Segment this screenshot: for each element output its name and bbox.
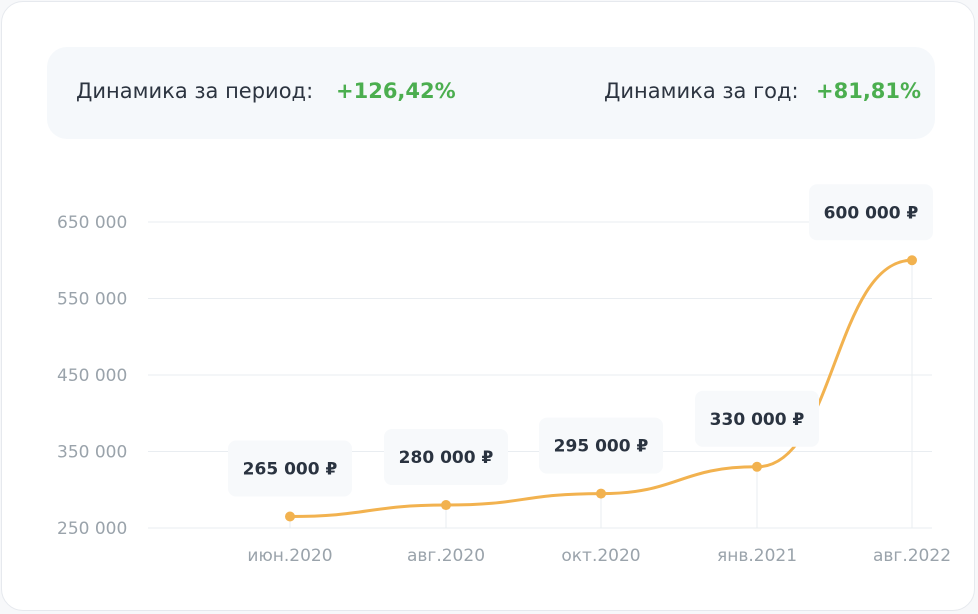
x-tick-label: авг.2022	[873, 546, 951, 566]
data-label: 330 000 ₽	[695, 390, 819, 447]
y-tick-label: 250 000	[57, 519, 127, 539]
data-label: 600 000 ₽	[809, 184, 933, 241]
data-label-text: 280 000 ₽	[399, 448, 494, 468]
data-points	[285, 255, 917, 522]
data-label: 280 000 ₽	[384, 429, 508, 486]
data-label: 295 000 ₽	[539, 417, 663, 474]
y-axis-ticks: 250 000 350 000 450 000 550 000 650 000	[57, 213, 127, 539]
data-label-text: 600 000 ₽	[824, 203, 919, 223]
data-label: 265 000 ₽	[228, 440, 352, 497]
y-tick-label: 450 000	[57, 366, 127, 386]
x-tick-label: окт.2020	[561, 546, 640, 566]
data-label-text: 265 000 ₽	[243, 460, 338, 480]
y-tick-label: 550 000	[57, 290, 127, 310]
y-tick-label: 350 000	[57, 443, 127, 463]
data-point	[752, 461, 762, 472]
x-axis-ticks: июн.2020 авг.2020 окт.2020 янв.2021 авг.2022	[247, 546, 951, 566]
data-point	[285, 511, 295, 522]
data-point	[441, 500, 451, 511]
data-labels: 265 000 ₽ 280 000 ₽ 295 000 ₽ 330 000 ₽ 600 …	[228, 184, 933, 497]
x-tick-label: авг.2020	[407, 546, 485, 566]
x-tick-label: янв.2021	[717, 546, 797, 566]
data-label-text: 330 000 ₽	[710, 410, 805, 430]
data-point	[596, 488, 606, 499]
x-tick-label: июн.2020	[247, 546, 332, 566]
vertical-gridlines	[289, 260, 913, 528]
data-point	[907, 255, 917, 266]
price-line-chart: 250 000 350 000 450 000 550 000 650 000 июн.…	[57, 184, 951, 566]
y-tick-label: 650 000	[57, 213, 127, 233]
data-label-text: 295 000 ₽	[554, 437, 649, 457]
